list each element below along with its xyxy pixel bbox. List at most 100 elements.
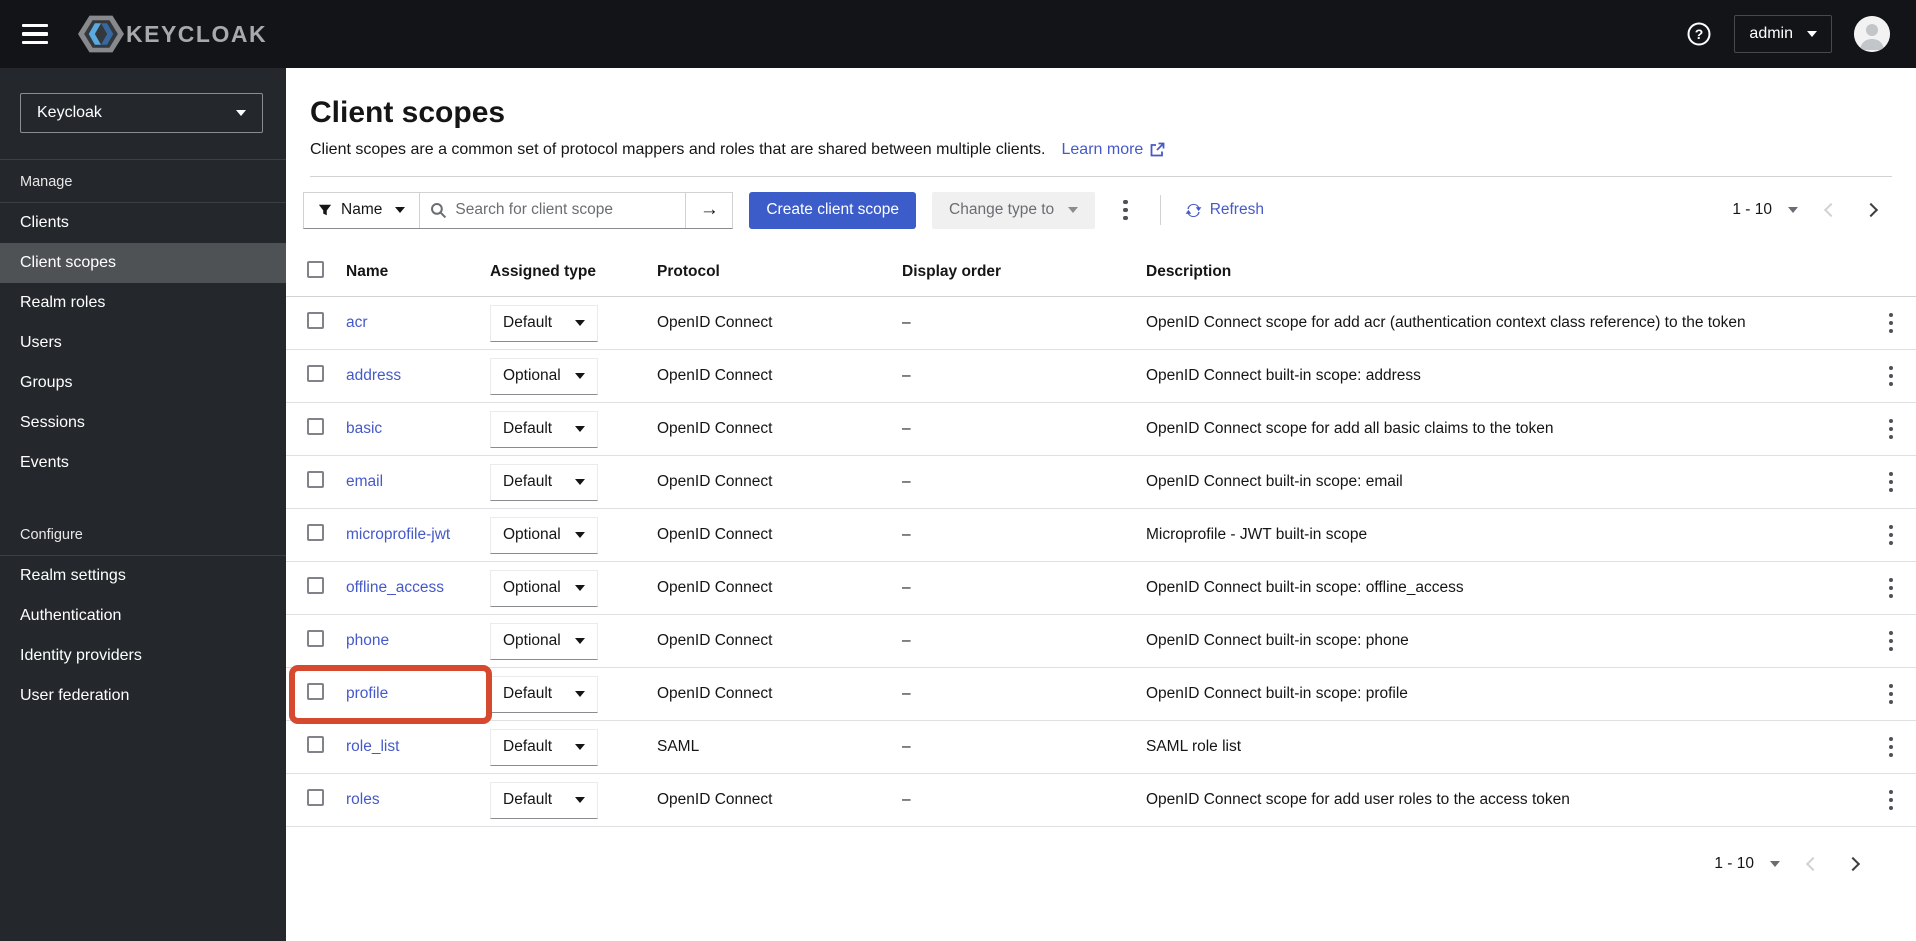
sidebar-item-authentication[interactable]: Authentication xyxy=(0,596,286,636)
description-value: OpenID Connect scope for add acr (authen… xyxy=(1146,314,1746,331)
sidebar-item-realm-roles[interactable]: Realm roles xyxy=(0,283,286,323)
description-value: SAML role list xyxy=(1146,738,1242,755)
protocol-value: OpenID Connect xyxy=(657,579,773,596)
assigned-type-select[interactable]: Default xyxy=(490,675,598,713)
scope-name-link[interactable]: role_list xyxy=(346,738,399,755)
row-checkbox[interactable] xyxy=(307,630,324,647)
sidebar-item-realm-settings[interactable]: Realm settings xyxy=(0,556,286,596)
row-checkbox[interactable] xyxy=(307,789,324,806)
sidebar-item-groups[interactable]: Groups xyxy=(0,363,286,403)
scope-name-link[interactable]: offline_access xyxy=(346,579,444,596)
assigned-type-select[interactable]: Default xyxy=(490,304,598,342)
column-header-protocol: Protocol xyxy=(657,263,720,280)
row-kebab-menu-button[interactable] xyxy=(1879,517,1904,554)
sidebar: Keycloak Manage Clients Client scopes Re… xyxy=(0,68,286,941)
search-icon xyxy=(431,202,447,218)
sidebar-item-sessions[interactable]: Sessions xyxy=(0,403,286,443)
search-input[interactable] xyxy=(455,201,666,219)
row-checkbox[interactable] xyxy=(307,418,324,435)
table-row: profile Default OpenID Connect – OpenID … xyxy=(286,665,1916,724)
scope-name-link[interactable]: acr xyxy=(346,314,368,331)
sidebar-item-identity-providers[interactable]: Identity providers xyxy=(0,636,286,676)
sidebar-item-client-scopes[interactable]: Client scopes xyxy=(0,243,286,283)
table-row: email Default OpenID Connect – OpenID Co… xyxy=(286,456,1916,509)
table-row: role_list Default SAML – SAML role list xyxy=(286,721,1916,774)
row-kebab-menu-button[interactable] xyxy=(1879,305,1904,342)
assigned-type-select[interactable]: Optional xyxy=(490,569,598,607)
row-checkbox[interactable] xyxy=(307,365,324,382)
change-type-dropdown[interactable]: Change type to xyxy=(932,191,1096,229)
row-kebab-menu-button[interactable] xyxy=(1879,464,1904,501)
keycloak-logo-icon xyxy=(78,15,124,53)
assigned-type-select[interactable]: Optional xyxy=(490,622,598,660)
page-title: Client scopes xyxy=(310,96,506,129)
scope-name-link[interactable]: phone xyxy=(346,632,389,649)
scope-name-link[interactable]: roles xyxy=(346,791,380,808)
select-all-checkbox[interactable] xyxy=(307,261,324,278)
assigned-type-value: Optional xyxy=(503,579,561,596)
sidebar-item-events[interactable]: Events xyxy=(0,443,286,483)
toolbar-kebab-menu-button[interactable] xyxy=(1113,192,1138,229)
pagination-options-dropdown[interactable] xyxy=(1760,855,1790,873)
external-link-icon xyxy=(1150,142,1165,157)
assigned-type-select[interactable]: Default xyxy=(490,728,598,766)
help-button[interactable]: ? xyxy=(1686,21,1712,47)
row-kebab-menu-button[interactable] xyxy=(1879,570,1904,607)
question-circle-icon: ? xyxy=(1687,22,1711,46)
create-client-scope-button[interactable]: Create client scope xyxy=(749,191,917,229)
sidebar-item-users[interactable]: Users xyxy=(0,323,286,363)
caret-down-icon xyxy=(395,207,406,213)
nav-group-label: Configure xyxy=(0,513,286,556)
main-content: Client scopes Client scopes are a common… xyxy=(286,68,1916,941)
pagination-next-button[interactable] xyxy=(1836,853,1870,875)
row-checkbox[interactable] xyxy=(307,524,324,541)
scope-name-link[interactable]: profile xyxy=(346,685,388,702)
row-kebab-menu-button[interactable] xyxy=(1879,411,1904,448)
sidebar-item-clients[interactable]: Clients xyxy=(0,203,286,243)
row-kebab-menu-button[interactable] xyxy=(1879,623,1904,660)
row-checkbox[interactable] xyxy=(307,471,324,488)
refresh-label: Refresh xyxy=(1209,201,1264,218)
row-kebab-menu-button[interactable] xyxy=(1879,676,1904,713)
row-checkbox[interactable] xyxy=(307,577,324,594)
learn-more-link[interactable]: Learn more xyxy=(1062,141,1166,159)
pagination-prev-button[interactable] xyxy=(1814,199,1848,221)
realm-selector-dropdown[interactable]: Keycloak xyxy=(20,93,263,133)
description-value: OpenID Connect built-in scope: address xyxy=(1146,367,1421,384)
pagination-next-button[interactable] xyxy=(1854,199,1888,221)
protocol-value: OpenID Connect xyxy=(657,473,773,490)
scope-name-link[interactable]: address xyxy=(346,367,401,384)
assigned-type-value: Optional xyxy=(503,367,561,384)
protocol-value: OpenID Connect xyxy=(657,526,773,543)
pagination-options-dropdown[interactable] xyxy=(1778,201,1808,219)
assigned-type-select[interactable]: Default xyxy=(490,463,598,501)
assigned-type-select[interactable]: Default xyxy=(490,410,598,448)
assigned-type-select[interactable]: Optional xyxy=(490,357,598,395)
scope-name-link[interactable]: email xyxy=(346,473,383,490)
assigned-type-select[interactable]: Optional xyxy=(490,516,598,554)
protocol-value: SAML xyxy=(657,738,700,755)
row-checkbox[interactable] xyxy=(307,683,324,700)
sidebar-item-user-federation[interactable]: User federation xyxy=(0,676,286,716)
protocol-value: OpenID Connect xyxy=(657,367,773,384)
row-checkbox[interactable] xyxy=(307,736,324,753)
masthead: KEYCLOAK ? admin xyxy=(0,0,1916,68)
user-menu-dropdown[interactable]: admin xyxy=(1734,15,1832,53)
refresh-button[interactable]: Refresh xyxy=(1185,201,1264,219)
pagination-prev-button[interactable] xyxy=(1796,853,1830,875)
row-checkbox[interactable] xyxy=(307,312,324,329)
row-kebab-menu-button[interactable] xyxy=(1879,729,1904,766)
sidebar-nav: Manage Clients Client scopes Realm roles… xyxy=(0,160,286,716)
scope-name-link[interactable]: basic xyxy=(346,420,382,437)
assigned-type-select[interactable]: Default xyxy=(490,781,598,819)
table-row: acr Default OpenID Connect – OpenID Conn… xyxy=(286,297,1916,350)
hamburger-menu-icon[interactable] xyxy=(14,11,60,57)
caret-down-icon xyxy=(236,110,246,116)
row-kebab-menu-button[interactable] xyxy=(1879,782,1904,819)
row-kebab-menu-button[interactable] xyxy=(1879,358,1904,395)
filter-type-dropdown[interactable]: Name xyxy=(304,192,421,228)
scope-name-link[interactable]: microprofile-jwt xyxy=(346,526,450,543)
avatar[interactable] xyxy=(1854,16,1890,52)
display-order-value: – xyxy=(902,685,911,702)
search-submit-button[interactable]: → xyxy=(685,192,733,228)
